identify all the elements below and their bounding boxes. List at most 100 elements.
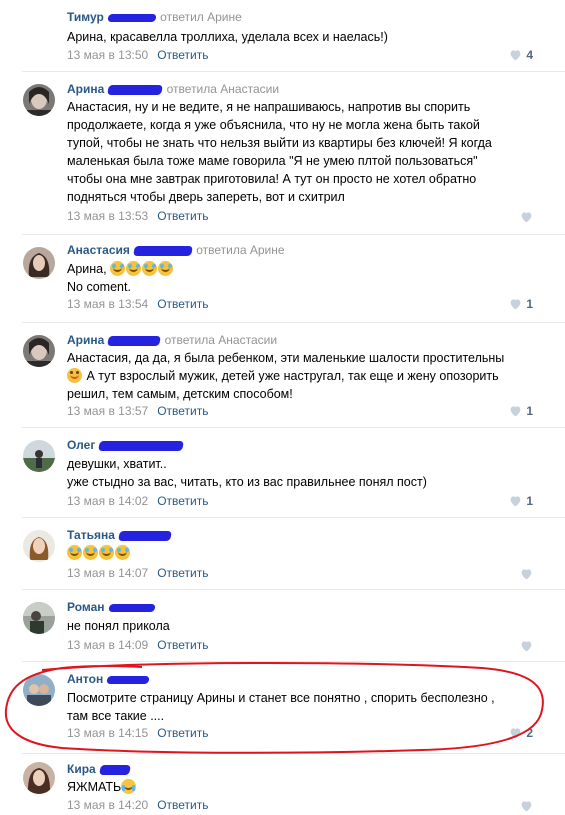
- author-name[interactable]: Кира: [67, 762, 96, 776]
- comment-header: Тимур ответил Арине: [67, 10, 242, 24]
- like-count: 1: [526, 297, 533, 311]
- comment-header: Арина ответила Анастасии: [67, 82, 279, 96]
- like-button[interactable]: 1: [509, 297, 533, 311]
- comment-text: [67, 544, 535, 562]
- reply-button[interactable]: Ответить: [157, 494, 208, 508]
- avatar[interactable]: [23, 602, 55, 634]
- comment-text: Арина, No coment.: [67, 260, 535, 296]
- redaction-mark: [107, 13, 157, 22]
- like-count: 4: [526, 48, 533, 62]
- like-button[interactable]: [520, 568, 533, 583]
- like-count: 1: [526, 494, 533, 508]
- redaction-mark: [98, 764, 131, 775]
- avatar[interactable]: [23, 84, 55, 116]
- comment-text: Арина, красавелла троллиха, уделала всех…: [67, 30, 388, 44]
- comment-anton: Антон Посмотрите страницу Арины и станет…: [0, 662, 565, 754]
- comment-kira: Кира ЯЖМАТЬ 13 мая в 14:20 Ответить: [0, 754, 565, 813]
- avatar[interactable]: [23, 762, 55, 794]
- comment-date[interactable]: 13 мая в 13:54: [67, 297, 148, 311]
- laughing-emoji: [126, 261, 142, 276]
- avatar[interactable]: [23, 674, 55, 706]
- comment-header: Татьяна: [67, 528, 172, 542]
- comment-date[interactable]: 13 мая в 14:20: [67, 798, 148, 812]
- laughing-emoji: [83, 545, 98, 560]
- like-button[interactable]: 4: [509, 48, 533, 62]
- reply-button[interactable]: Ответить: [157, 638, 208, 652]
- comment-date[interactable]: 13 мая в 14:02: [67, 494, 148, 508]
- heart-icon: [521, 212, 532, 223]
- comment-arina-1: Арина ответила Анастасии Анастасия, ну и…: [0, 72, 565, 235]
- heart-icon: [521, 641, 532, 652]
- comment-date[interactable]: 13 мая в 14:07: [67, 566, 148, 580]
- reply-button[interactable]: Ответить: [157, 566, 208, 580]
- like-count: 1: [526, 404, 533, 418]
- laughing-emoji: [99, 545, 114, 560]
- comment-timur: Тимур ответил Арине Арина, красавелла тр…: [0, 0, 565, 72]
- comment-text: Анастасия, ну и не ведите, я не напрашив…: [67, 100, 492, 204]
- like-button[interactable]: [520, 640, 533, 655]
- author-name[interactable]: Анастасия: [67, 243, 130, 257]
- reply-target: ответила Анастасии: [164, 333, 278, 347]
- comment-header: Арина ответила Анастасии: [67, 333, 277, 347]
- author-name[interactable]: Тимур: [67, 10, 104, 24]
- comment-date[interactable]: 13 мая в 13:50: [67, 48, 148, 62]
- author-name[interactable]: Антон: [67, 672, 103, 686]
- redaction-mark: [106, 675, 150, 684]
- heart-icon: [521, 801, 532, 812]
- avatar[interactable]: [23, 530, 55, 562]
- comment-date[interactable]: 13 мая в 13:57: [67, 404, 148, 418]
- redaction-mark: [98, 440, 185, 451]
- redaction-mark: [107, 335, 162, 346]
- comment-roman: Роман не понял прикола 13 мая в 14:09 Отв…: [0, 590, 565, 662]
- reply-button[interactable]: Ответить: [157, 726, 208, 740]
- comment-text: ЯЖМАТЬ: [67, 778, 535, 796]
- comment-header: Кира: [67, 762, 131, 776]
- comment-meta: 13 мая в 14:02 Ответить: [67, 494, 208, 508]
- reply-button[interactable]: Ответить: [157, 48, 208, 62]
- author-name[interactable]: Арина: [67, 333, 104, 347]
- like-count: 2: [526, 726, 533, 740]
- comment-meta: 13 мая в 14:20 Ответить: [67, 798, 208, 812]
- comment-date[interactable]: 13 мая в 13:53: [67, 209, 148, 223]
- comment-oleg: Олег девушки, хватит.. уже стыдно за вас…: [0, 428, 565, 518]
- comment-header: Роман: [67, 600, 156, 614]
- comment-meta: 13 мая в 13:54 Ответить: [67, 297, 208, 311]
- comment-meta: 13 мая в 13:50 Ответить: [67, 48, 208, 62]
- reply-target: ответила Арине: [196, 243, 285, 257]
- reply-button[interactable]: Ответить: [157, 798, 208, 812]
- comment-header: Анастасия ответила Арине: [67, 243, 285, 257]
- author-name[interactable]: Роман: [67, 600, 105, 614]
- reply-button[interactable]: Ответить: [157, 404, 208, 418]
- avatar[interactable]: [23, 440, 55, 472]
- laughing-emoji: [115, 545, 130, 560]
- like-button[interactable]: 2: [509, 726, 533, 740]
- redaction-mark: [107, 84, 164, 95]
- comment-arina-2: Арина ответила Анастасии Анастасия, да д…: [0, 323, 565, 428]
- comment-tatiana: Татьяна 13 мая в 14:07 Ответить: [0, 518, 565, 590]
- reply-button[interactable]: Ответить: [157, 209, 208, 223]
- crying-laugh-emoji: [121, 779, 137, 794]
- heart-icon: [510, 496, 521, 507]
- comment-meta: 13 мая в 13:53 Ответить: [67, 209, 208, 223]
- author-name[interactable]: Арина: [67, 82, 104, 96]
- comment-meta: 13 мая в 14:09 Ответить: [67, 638, 208, 652]
- laughing-emoji: [158, 261, 174, 276]
- author-name[interactable]: Татьяна: [67, 528, 115, 542]
- reply-button[interactable]: Ответить: [157, 297, 208, 311]
- comment-date[interactable]: 13 мая в 14:15: [67, 726, 148, 740]
- laughing-emoji: [142, 261, 158, 276]
- comment-date[interactable]: 13 мая в 14:09: [67, 638, 148, 652]
- like-button[interactable]: 1: [509, 404, 533, 418]
- comment-meta: 13 мая в 14:15 Ответить: [67, 726, 208, 740]
- avatar[interactable]: [23, 247, 55, 279]
- comment-text: не понял прикола: [67, 619, 170, 633]
- like-button[interactable]: [520, 211, 533, 226]
- author-name[interactable]: Олег: [67, 438, 95, 452]
- like-button[interactable]: 1: [509, 494, 533, 508]
- heart-icon: [510, 728, 521, 739]
- comment-meta: 13 мая в 14:07 Ответить: [67, 566, 208, 580]
- avatar[interactable]: [23, 335, 55, 367]
- heart-icon: [510, 406, 521, 417]
- comment-header: Антон: [67, 672, 150, 686]
- redaction-mark: [118, 530, 172, 541]
